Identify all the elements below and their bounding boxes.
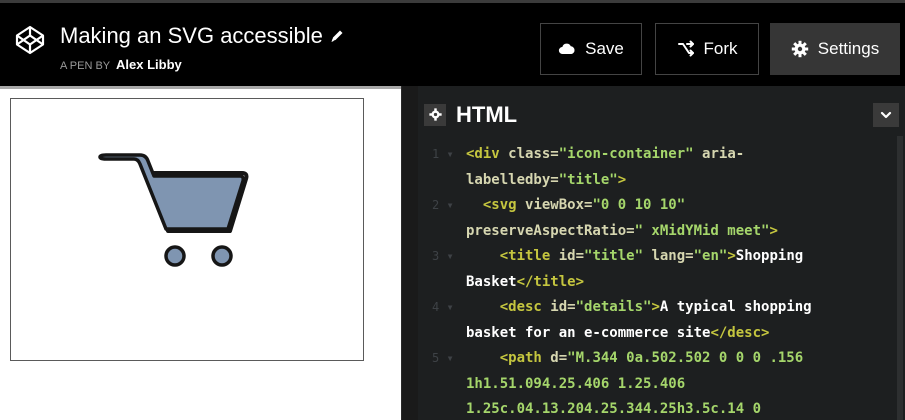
code-token: "title" — [584, 248, 652, 264]
save-label: Save — [585, 39, 624, 58]
icon-container — [10, 98, 364, 361]
code-line: 3 ▾ <title id="title" lang="en">Shopping — [418, 244, 888, 270]
code-text: <svg viewBox="0 0 10 10" — [466, 193, 685, 219]
code-line: basket for an e-commerce site</desc> — [418, 321, 888, 347]
pane-resize-handle[interactable] — [401, 86, 418, 420]
code-token: </title> — [516, 273, 585, 290]
code-text: Basket</title> — [466, 270, 584, 296]
code-token: </desc> — [710, 324, 770, 341]
code-token: <div — [466, 146, 509, 162]
code-text: labelledby="title"> — [466, 168, 626, 194]
code-token: id= — [550, 299, 576, 315]
pen-byline: A PEN BY Alex Libby — [60, 57, 182, 72]
code-token: <desc — [466, 299, 551, 315]
code-token: 1.25c.04.13.204.25.344.25h3.5c.14 0 — [466, 401, 762, 417]
code-line: 1.25c.04.13.204.25.344.25h3.5c.14 0 — [418, 397, 888, 420]
line-number: 5 ▾ — [432, 351, 454, 365]
code-area[interactable]: 1 ▾ <div class="icon-container" aria-labe… — [418, 142, 888, 420]
line-number: 3 ▾ — [432, 249, 454, 263]
code-token: basket for an e-commerce site — [466, 324, 711, 341]
code-line: 4 ▾ <desc id="details">A typical shoppin… — [418, 295, 888, 321]
editor-title: HTML — [456, 101, 518, 127]
gear-icon — [791, 40, 808, 58]
code-text: basket for an e-commerce site</desc> — [466, 321, 769, 347]
editor-settings-button[interactable] — [424, 103, 446, 126]
code-token: aria- — [702, 146, 745, 162]
code-line: Basket</title> — [418, 270, 888, 296]
cloud-icon — [559, 43, 575, 55]
code-line: 1 ▾ <div class="icon-container" aria- — [418, 142, 888, 168]
code-token: viewBox= — [525, 197, 593, 213]
code-line: labelledby="title"> — [418, 168, 888, 194]
code-text: preserveAspectRatio=" xMidYMid meet"> — [466, 219, 778, 245]
settings-label: Settings — [817, 39, 880, 58]
result-preview-pane — [0, 86, 401, 420]
fork-label: Fork — [703, 39, 738, 58]
code-line: preserveAspectRatio=" xMidYMid meet"> — [418, 219, 888, 245]
line-number: 4 ▾ — [432, 300, 454, 314]
code-token: preserveAspectRatio= — [466, 222, 635, 239]
editor-scrollbar[interactable] — [897, 136, 903, 420]
code-text: 1h1.51.094.25.406 1.25.406 — [466, 372, 685, 398]
code-token: "0 0 10 10" — [592, 197, 686, 213]
html-editor-pane: HTML 1 ▾ <div class="icon-container" aria… — [418, 86, 905, 420]
code-token: "en" — [693, 248, 728, 264]
code-token: > — [651, 299, 660, 315]
chevron-down-icon — [880, 111, 892, 119]
code-token: A typical shopping — [659, 299, 812, 315]
code-token: "details" — [575, 299, 652, 315]
code-line: 1h1.51.094.25.406 1.25.406 — [418, 372, 888, 398]
editor-header: HTML — [418, 97, 905, 132]
code-token: d= — [550, 350, 568, 366]
code-token: Shopping — [735, 248, 804, 264]
fork-icon — [677, 40, 694, 57]
line-number: 2 ▾ — [432, 198, 454, 212]
line-number: 1 ▾ — [432, 147, 454, 161]
code-token: lang= — [651, 248, 694, 264]
pen-title-row: Making an SVG accessible — [60, 23, 345, 49]
code-line: 2 ▾ <svg viewBox="0 0 10 10" — [418, 193, 888, 219]
pen-header: Making an SVG accessible A PEN BY Alex L… — [0, 0, 905, 86]
code-text: <desc id="details">A typical shopping — [466, 295, 812, 321]
pen-title[interactable]: Making an SVG accessible — [60, 23, 323, 49]
code-token: 1h1.51.094.25.406 1.25.406 — [466, 375, 686, 392]
code-line: 5 ▾ <path d="M.344 0a.502.502 0 0 0 .156 — [418, 346, 888, 372]
editor-gear-icon — [428, 108, 442, 121]
code-token: <path — [466, 350, 551, 366]
code-text: <div class="icon-container" aria- — [466, 142, 744, 168]
settings-button[interactable]: Settings — [770, 23, 900, 75]
save-button[interactable]: Save — [540, 23, 642, 75]
code-token: > — [617, 171, 627, 188]
code-token: "icon-container" — [558, 146, 703, 162]
codepen-logo-icon[interactable] — [15, 25, 45, 55]
code-token: "title" — [558, 171, 618, 188]
code-token: class= — [508, 146, 559, 162]
code-text: <path d="M.344 0a.502.502 0 0 0 .156 — [466, 346, 803, 372]
code-token: labelledby= — [466, 171, 559, 188]
code-token: Basket — [466, 273, 517, 290]
code-text: 1.25c.04.13.204.25.344.25h3.5c.14 0 — [466, 397, 761, 420]
author-link[interactable]: Alex Libby — [116, 57, 182, 72]
fork-button[interactable]: Fork — [655, 23, 759, 75]
code-token: > — [769, 222, 778, 239]
code-token: id= — [558, 248, 585, 264]
edit-pencil-icon[interactable] — [329, 28, 345, 44]
editor-collapse-button[interactable] — [873, 103, 899, 127]
code-text: <title id="title" lang="en">Shopping — [466, 244, 804, 270]
byline-prefix: A PEN BY — [60, 60, 110, 72]
code-token: > — [727, 248, 736, 264]
code-token: <title — [466, 248, 559, 264]
shopping-cart-icon — [98, 153, 249, 267]
code-token: " xMidYMid meet" — [634, 222, 770, 239]
code-token: "M.344 0a.502.502 0 0 0 .156 — [567, 350, 804, 366]
code-token: <svg — [466, 197, 526, 213]
